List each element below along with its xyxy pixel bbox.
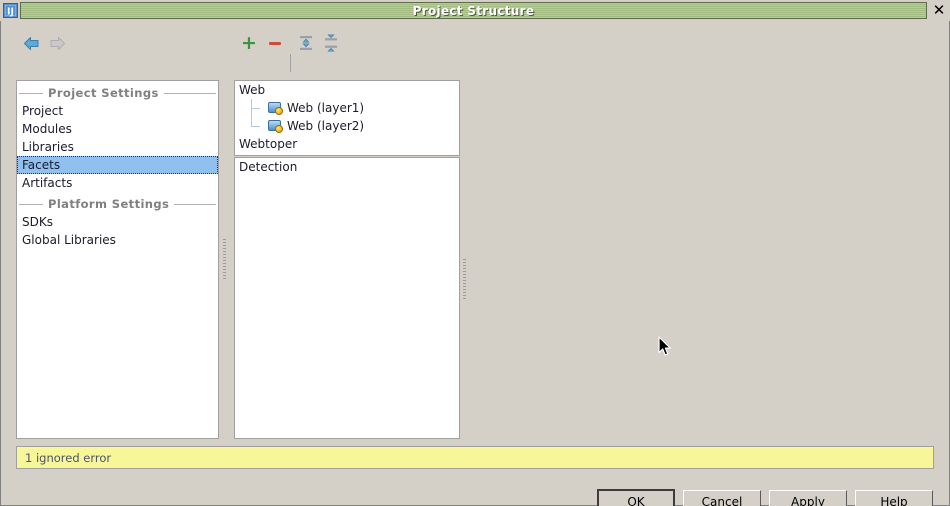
- apply-rest: pply: [799, 494, 825, 506]
- sidebar-item-modules[interactable]: Modules: [17, 120, 218, 138]
- remove-facet-button[interactable]: [263, 31, 287, 55]
- rule-right: [174, 203, 216, 205]
- title-strip: Project Structure: [20, 2, 927, 19]
- detection-panel[interactable]: Detection: [234, 157, 460, 439]
- panels-area: Project Settings Project Modules Librari…: [1, 58, 949, 442]
- section-header-platform-settings: Platform Settings: [17, 195, 218, 213]
- section-title: Platform Settings: [48, 197, 170, 211]
- tree-row[interactable]: Web (layer2): [235, 117, 459, 135]
- facets-tree[interactable]: Web Web (layer1) Web (layer2) Webtoper: [234, 80, 460, 156]
- splitter-left[interactable]: [220, 218, 229, 302]
- tree-row[interactable]: Web: [235, 81, 459, 99]
- tree-row[interactable]: Web (layer1): [235, 99, 459, 117]
- tree-line-horizontal: [251, 126, 260, 127]
- tree-line-vertical: [251, 117, 252, 126]
- dialog-content: + Project Settings Project Modules Libra…: [0, 21, 950, 506]
- section-title: Project Settings: [48, 86, 159, 100]
- rule-right: [163, 92, 216, 94]
- splitter-grip: [463, 259, 466, 301]
- tree-node-label: Web: [239, 83, 266, 97]
- toolbar: +: [1, 21, 949, 72]
- rule-left: [19, 92, 43, 94]
- forward-arrow-icon: [45, 31, 69, 55]
- plus-icon: +: [241, 31, 257, 54]
- add-facet-button[interactable]: +: [237, 31, 261, 55]
- minus-icon: [269, 41, 281, 45]
- sidebar-item-facets[interactable]: Facets: [17, 156, 218, 174]
- cancel-button[interactable]: Cancel: [683, 489, 761, 506]
- help-button[interactable]: Help: [855, 489, 933, 506]
- tree-connector: [251, 117, 268, 135]
- apply-button[interactable]: Apply: [769, 489, 847, 506]
- status-bar: 1 ignored error: [16, 446, 934, 469]
- ok-button[interactable]: OK: [597, 488, 675, 506]
- tree-node-label: Webtoper: [239, 137, 298, 151]
- status-message: 1 ignored error: [25, 450, 112, 465]
- intellij-idea-icon: IJ: [1, 1, 19, 20]
- sidebar-item-sdks[interactable]: SDKs: [17, 213, 218, 231]
- tree-node-label: Web (layer1): [287, 101, 365, 115]
- tree-row[interactable]: Webtoper: [235, 135, 459, 153]
- facet-icon-badge: [275, 125, 283, 133]
- project-structure-dialog: IJ Project Structure ✕ + Project Setting…: [0, 0, 950, 506]
- back-arrow-icon[interactable]: [19, 31, 43, 55]
- window-title: Project Structure: [412, 3, 535, 18]
- list-item[interactable]: Detection: [235, 158, 459, 176]
- rule-left: [19, 203, 43, 205]
- sidebar-item-project[interactable]: Project: [17, 102, 218, 120]
- expand-all-icon[interactable]: [294, 31, 318, 55]
- sidebar-item-artifacts[interactable]: Artifacts: [17, 174, 218, 192]
- facet-icon: [268, 119, 283, 133]
- section-header-project-settings: Project Settings: [17, 84, 218, 102]
- sidebar-item-libraries[interactable]: Libraries: [17, 138, 218, 156]
- sidebar-item-global-libraries[interactable]: Global Libraries: [17, 231, 218, 249]
- settings-navigation-list[interactable]: Project Settings Project Modules Librari…: [16, 80, 219, 439]
- title-bar: IJ Project Structure ✕: [0, 0, 950, 21]
- detection-label: Detection: [239, 160, 298, 174]
- facet-icon: [268, 101, 283, 115]
- tree-node-label: Web (layer2): [287, 119, 365, 133]
- dialog-button-bar: OK Cancel Apply Help: [1, 480, 949, 506]
- splitter-grip: [223, 239, 226, 281]
- splitter-right[interactable]: [460, 238, 469, 322]
- svg-text:IJ: IJ: [7, 6, 14, 17]
- tree-connector: [251, 99, 268, 117]
- facet-icon-badge: [275, 107, 283, 115]
- close-icon[interactable]: ✕: [928, 1, 950, 21]
- collapse-all-icon[interactable]: [319, 31, 343, 55]
- apply-mnemonic: A: [791, 494, 800, 506]
- tree-line-horizontal: [251, 108, 260, 109]
